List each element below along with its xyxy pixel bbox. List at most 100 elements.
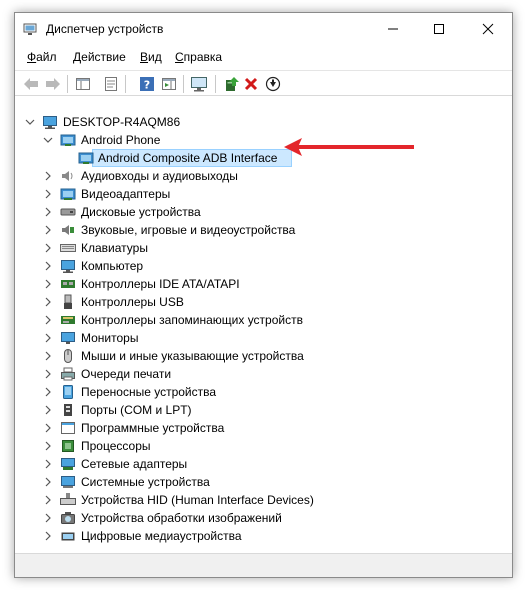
device-manager-window: Диспетчер устройств Файл Действие Вид Сп… (14, 12, 513, 578)
collapsed-chevron-icon[interactable] (43, 187, 53, 201)
collapsed-chevron-icon[interactable] (43, 223, 53, 237)
tree-category[interactable]: Очереди печати (18, 365, 508, 383)
tree-category[interactable]: Мыши и иные указывающие устройства (18, 347, 508, 365)
tree-category-label: Мониторы (81, 331, 139, 345)
tree-category-label: Мыши и иные указывающие устройства (81, 349, 304, 363)
collapsed-chevron-icon[interactable] (43, 241, 53, 255)
expanded-chevron-icon[interactable] (25, 115, 35, 129)
show-hide-tree-button[interactable] (73, 74, 93, 94)
title-bar[interactable]: Диспетчер устройств (15, 13, 512, 45)
tree-category[interactable]: Сетевые адаптеры (18, 455, 508, 473)
menu-view[interactable]: Вид (140, 50, 162, 64)
toolbar: ? (15, 70, 512, 96)
media-device-icon (61, 532, 75, 541)
tree-category[interactable]: Контроллеры запоминающих устройств (18, 311, 508, 329)
tree-category[interactable]: Переносные устройства (18, 383, 508, 401)
android-device-icon (60, 134, 76, 146)
uninstall-device-button[interactable] (241, 74, 261, 94)
adb-interface-label: Android Composite ADB Interface (98, 151, 278, 165)
collapsed-chevron-icon[interactable] (43, 277, 53, 291)
tree-category[interactable]: Дисковые устройства (18, 203, 508, 221)
tree-category[interactable]: Системные устройства (18, 473, 508, 491)
forward-icon (46, 78, 60, 90)
tree-device-adb-interface[interactable]: Android Composite ADB Interface (18, 149, 508, 167)
scan-hardware-button[interactable] (189, 74, 209, 94)
tree-category[interactable]: Звуковые, игровые и видеоустройства (18, 221, 508, 239)
tree-category[interactable]: Цифровые медиаустройства (18, 527, 508, 545)
tree-category-android-phone[interactable]: Android Phone (18, 131, 508, 149)
collapsed-chevron-icon[interactable] (43, 457, 53, 471)
storage-controller-icon (61, 316, 75, 324)
menu-help[interactable]: Справка (175, 50, 222, 64)
tree-category[interactable]: Устройства обработки изображений (18, 509, 508, 527)
menu-bar: Файл Действие Вид Справка (15, 48, 512, 68)
expanded-chevron-icon[interactable] (43, 133, 53, 147)
menu-view-mnemonic: В (140, 50, 149, 64)
speaker-icon (62, 171, 73, 181)
monitor-scan-icon (191, 77, 207, 92)
svg-text:?: ? (144, 79, 150, 92)
tree-category[interactable]: Компьютер (18, 257, 508, 275)
tree-category[interactable]: Программные устройства (18, 419, 508, 437)
action-pane-button[interactable] (159, 74, 179, 94)
collapsed-chevron-icon[interactable] (43, 367, 53, 381)
toolbar-separator (67, 75, 68, 93)
toolbar-separator (125, 75, 126, 93)
collapsed-chevron-icon[interactable] (43, 511, 53, 525)
tree-category-label: Системные устройства (81, 475, 210, 489)
collapsed-chevron-icon[interactable] (43, 205, 53, 219)
collapsed-chevron-icon[interactable] (43, 403, 53, 417)
tree-category-label: Контроллеры IDE ATA/ATAPI (81, 277, 240, 291)
collapsed-chevron-icon[interactable] (43, 169, 53, 183)
annotation-arrow (284, 138, 414, 156)
update-driver-button[interactable] (222, 74, 242, 94)
tree-category[interactable]: Контроллеры USB (18, 293, 508, 311)
collapsed-chevron-icon[interactable] (43, 385, 53, 399)
menu-action-label: ействие (81, 50, 126, 64)
collapsed-chevron-icon[interactable] (43, 313, 53, 327)
tree-category[interactable]: Мониторы (18, 329, 508, 347)
tree-category[interactable]: Клавиатуры (18, 239, 508, 257)
tree-category-label: Аудиовходы и аудиовыходы (81, 169, 238, 183)
hid-icon (60, 493, 76, 505)
tree-category[interactable]: Контроллеры IDE ATA/ATAPI (18, 275, 508, 293)
close-button[interactable] (462, 13, 513, 45)
collapsed-chevron-icon[interactable] (43, 421, 53, 435)
tree-category[interactable]: Аудиовходы и аудиовыходы (18, 167, 508, 185)
properties-button[interactable] (101, 74, 121, 94)
tree-category-label: Переносные устройства (81, 385, 217, 399)
ide-controller-icon (61, 280, 75, 288)
disable-device-button[interactable] (263, 74, 283, 94)
usb-icon (64, 294, 72, 309)
minimize-icon (388, 28, 398, 30)
collapsed-chevron-icon[interactable] (43, 439, 53, 453)
tree-category[interactable]: Устройства HID (Human Interface Devices) (18, 491, 508, 509)
menu-view-label: ид (148, 50, 162, 64)
collapsed-chevron-icon[interactable] (43, 331, 53, 345)
tree-category[interactable]: Процессоры (18, 437, 508, 455)
back-button[interactable] (21, 74, 41, 94)
system-device-icon (61, 476, 75, 488)
forward-button[interactable] (43, 74, 63, 94)
collapsed-chevron-icon[interactable] (43, 259, 53, 273)
android-phone-label: Android Phone (81, 133, 161, 147)
help-button[interactable]: ? (137, 74, 157, 94)
tree-category-label: Видеоадаптеры (81, 187, 171, 201)
menu-file[interactable]: Файл (27, 50, 57, 64)
collapsed-chevron-icon[interactable] (43, 475, 53, 489)
tree-root[interactable]: DESKTOP-R4AQM86 (18, 113, 508, 131)
collapsed-chevron-icon[interactable] (43, 349, 53, 363)
uninstall-icon (244, 77, 258, 91)
collapsed-chevron-icon[interactable] (43, 295, 53, 309)
maximize-button[interactable] (416, 13, 462, 45)
device-tree[interactable]: DESKTOP-R4AQM86 Android Phone Android Co… (18, 101, 508, 553)
tree-category[interactable]: Видеоадаптеры (18, 185, 508, 203)
menu-action[interactable]: Действие (73, 50, 126, 64)
imaging-device-icon (61, 512, 75, 524)
computer-icon (61, 260, 75, 273)
collapsed-chevron-icon[interactable] (43, 493, 53, 507)
tree-category[interactable]: Порты (COM и LPT) (18, 401, 508, 419)
minimize-button[interactable] (370, 13, 416, 45)
collapsed-chevron-icon[interactable] (43, 529, 53, 543)
properties-pane-icon (76, 78, 90, 90)
